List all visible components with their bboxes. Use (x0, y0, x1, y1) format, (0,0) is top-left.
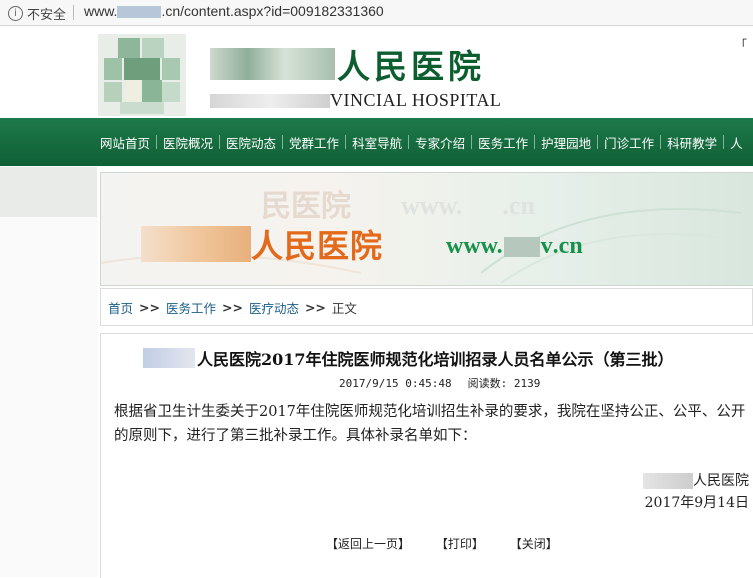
nav-items: 网站首页 医院概况 医院动态 党群工作 科室导航 专家介绍 医务工作 护理园地 门诊工作 科研教学… (100, 118, 743, 166)
banner: 民医院 www. .cn 人民医院 www. v .cn (100, 172, 753, 286)
banner-name-redacted (141, 226, 251, 262)
signature-org: 人民医院 (693, 473, 749, 489)
nav-divider (408, 135, 410, 149)
nav-divider (471, 135, 473, 149)
ghost-web-prefix: www. (401, 191, 463, 220)
left-margin (0, 166, 98, 577)
nav-item[interactable]: 人 (730, 133, 743, 152)
title-cn-text: 人民医院 (337, 47, 485, 86)
url-suffix: .cn/content.aspx?id=009182331360 (161, 3, 384, 19)
signature-date: 2017年9月14日 (644, 495, 749, 511)
article-title-redacted (143, 348, 195, 368)
banner-website: www. v .cn (446, 233, 583, 260)
signature-redacted (643, 473, 693, 489)
article-meta: 2017/9/15 0:45:48 阅读数: 2139 (339, 375, 540, 391)
main-nav: 网站首页 医院概况 医院动态 党群工作 科室导航 专家介绍 医务工作 护理园地 门诊工作 科研教学… (0, 118, 753, 166)
banner-ghost-web: www. .cn (401, 191, 535, 221)
security-label: 不安全 (27, 8, 67, 23)
article-actions: 【返回上一页】 【打印】 【关闭】 (326, 535, 558, 552)
url-field[interactable]: www. .cn/content.aspx?id=009182331360 (84, 3, 384, 19)
nav-divider (723, 135, 725, 149)
site-title-en: VINCIAL HOSPITAL (210, 90, 501, 111)
back-link[interactable]: 【返回上一页】 (326, 537, 410, 551)
banner-web-redacted (503, 236, 540, 257)
header-right-link[interactable]: 「 (735, 36, 747, 53)
article-title-text: 人民医院2017年住院医师规范化培训招录人员名单公示（第三批） (197, 350, 674, 369)
banner-web-mid: v (540, 233, 553, 259)
banner-name-text: 人民医院 (251, 227, 384, 265)
article-date: 2017/9/15 0:45:48 (339, 377, 452, 390)
url-prefix: www. (84, 3, 118, 19)
nav-item[interactable]: 门诊工作 (604, 133, 654, 152)
breadcrumb: 首页 >> 医务工作 >> 医疗动态 >> 正文 (100, 288, 753, 326)
nav-item[interactable]: 医院动态 (226, 133, 276, 152)
article-views: 阅读数: 2139 (467, 377, 541, 390)
banner-hospital-name: 人民医院 (141, 221, 383, 267)
nav-divider (660, 135, 662, 149)
breadcrumb-separator: >> (139, 299, 160, 315)
close-link[interactable]: 【关闭】 (510, 537, 558, 551)
nav-item[interactable]: 医院概况 (163, 133, 213, 152)
address-divider (73, 5, 74, 20)
breadcrumb-medical-work[interactable]: 医务工作 (166, 298, 216, 317)
nav-divider (534, 135, 536, 149)
nav-divider (156, 135, 158, 149)
nav-item[interactable]: 专家介绍 (415, 133, 465, 152)
nav-item[interactable]: 网站首页 (100, 133, 150, 152)
nav-divider (597, 135, 599, 149)
breadcrumb-separator: >> (304, 299, 326, 315)
article-signature: 人民医院 2017年9月14日 (643, 470, 749, 514)
title-en-redacted (210, 93, 330, 108)
nav-item[interactable]: 党群工作 (289, 133, 339, 152)
article-panel: 人民医院2017年住院医师规范化培训招录人员名单公示（第三批） 2017/9/1… (100, 333, 753, 578)
hospital-logo[interactable] (98, 34, 186, 116)
nav-item[interactable]: 科室导航 (352, 133, 402, 152)
banner-web-prefix: www. (446, 233, 503, 259)
nav-item[interactable]: 医务工作 (478, 133, 528, 152)
title-redacted (210, 48, 335, 80)
left-block (0, 167, 97, 217)
ghost-web-tail: .cn (502, 191, 535, 220)
article-title: 人民医院2017年住院医师规范化培训招录人员名单公示（第三批） (143, 346, 674, 370)
nav-divider (345, 135, 347, 149)
breadcrumb-separator: >> (221, 299, 243, 315)
breadcrumb-current: 正文 (331, 300, 357, 316)
nav-divider (282, 135, 284, 149)
banner-web-suffix: .cn (552, 233, 583, 259)
title-en-text: VINCIAL HOSPITAL (330, 90, 502, 110)
print-link[interactable]: 【打印】 (436, 537, 484, 551)
breadcrumb-medical-news[interactable]: 医疗动态 (249, 298, 299, 317)
site-title-cn: 人民医院 (210, 44, 485, 86)
nav-item[interactable]: 科研教学 (667, 133, 717, 152)
url-redacted (117, 6, 162, 19)
banner-ghost-name: 民医院 (261, 189, 351, 224)
info-icon: i (8, 6, 23, 21)
security-indicator[interactable]: i 不安全 (8, 4, 66, 23)
nav-item[interactable]: 护理园地 (541, 133, 591, 152)
breadcrumb-home[interactable]: 首页 (108, 298, 133, 317)
nav-divider (219, 135, 221, 149)
browser-address-bar: i 不安全 www. .cn/content.aspx?id=0091823313… (0, 0, 753, 26)
article-body: 根据省卫生计生委关于2017年住院医师规范化培训招生补录的要求，我院在坚持公正、… (114, 404, 746, 444)
